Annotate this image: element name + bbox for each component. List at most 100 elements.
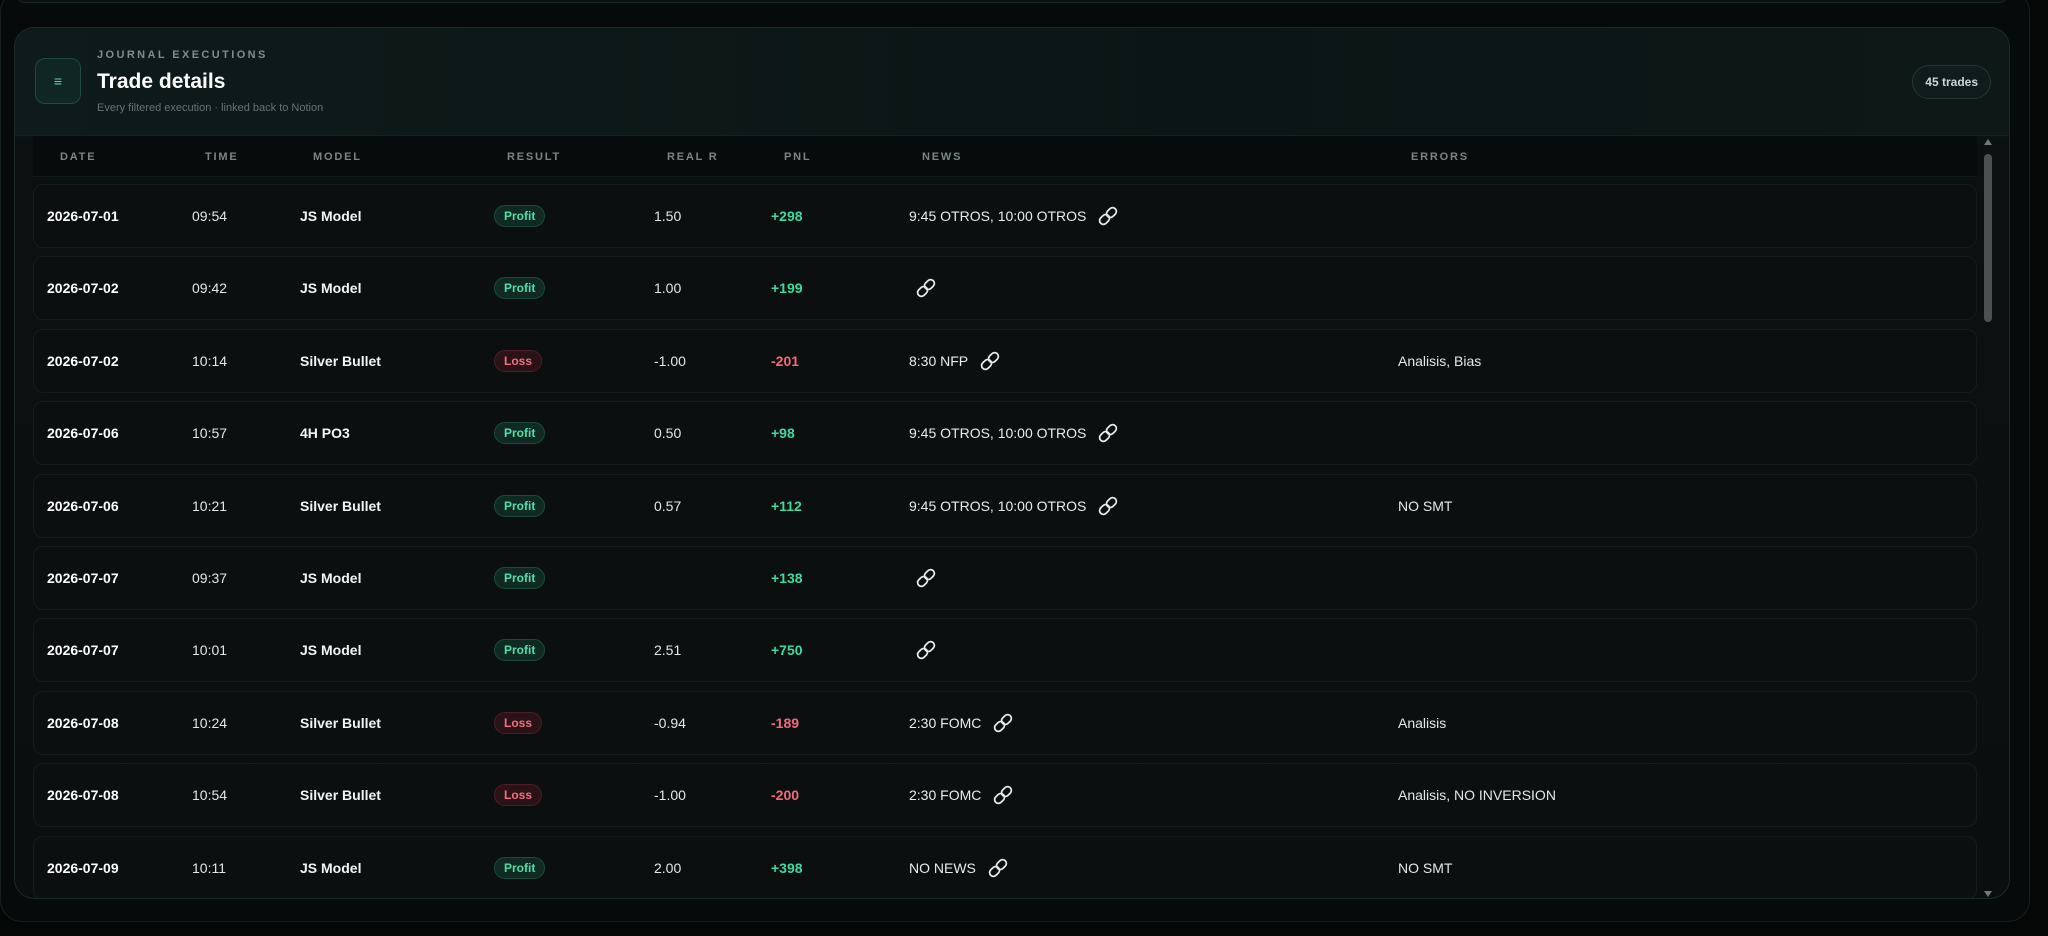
cell-real-r-text: 0.50 <box>654 425 682 442</box>
cell-real-r-text: 0.57 <box>654 497 682 514</box>
cell-errors-text: Analisis, Bias <box>1398 352 1482 369</box>
cell-errors: Analisis <box>1398 692 1446 754</box>
cell-news: 9:45 OTROS, 10:00 OTROS <box>909 402 1121 464</box>
menu-icon[interactable]: ≡ <box>35 58 81 104</box>
cell-real-r: -1.00 <box>654 764 686 826</box>
cell-model-text: Silver Bullet <box>300 497 381 514</box>
notion-link-icon[interactable] <box>1095 420 1121 446</box>
cell-model: 4H PO3 <box>300 402 350 464</box>
cell-pnl: +199 <box>771 257 803 319</box>
cell-pnl: -189 <box>771 692 799 754</box>
cell-result: Profit <box>494 547 546 609</box>
notion-link-icon[interactable] <box>913 275 939 301</box>
column-header-time[interactable]: TIME <box>205 151 238 163</box>
cell-time: 10:21 <box>192 475 227 537</box>
cell-news <box>909 619 939 681</box>
cell-date: 2026-07-02 <box>47 330 119 392</box>
news-text: 8:30 NFP <box>909 352 969 369</box>
table-row[interactable]: 2026-07-02 10:14 Silver Bullet Loss -1.00 -20… <box>33 328 1977 393</box>
cell-time-text: 10:24 <box>192 714 228 731</box>
cell-result: Loss <box>494 764 543 826</box>
cell-time: 10:57 <box>192 402 227 464</box>
cell-model: JS Model <box>300 547 361 609</box>
notion-link-icon[interactable] <box>985 855 1011 881</box>
table-row[interactable]: 2026-07-06 10:57 4H PO3 Profit 0.50 +98 9:45 O… <box>33 401 1977 466</box>
table-row[interactable]: 2026-07-08 10:24 Silver Bullet Loss -0.94 -18… <box>33 690 1977 755</box>
cell-real-r: 0.50 <box>654 402 681 464</box>
cell-model-text: JS Model <box>300 642 362 659</box>
notion-link-icon[interactable] <box>913 637 939 663</box>
cell-date-text: 2026-07-07 <box>47 570 119 586</box>
news-text: 9:45 OTROS, 10:00 OTROS <box>909 208 1087 224</box>
notion-link-icon[interactable] <box>990 782 1016 808</box>
cell-result: Loss <box>494 692 543 754</box>
cell-news: 2:30 FOMC <box>909 692 1016 754</box>
cell-errors-text: Analisis, NO INVERSION <box>1398 787 1556 804</box>
table-header: DATE TIME MODEL RESULT REAL R PNL NEWS E… <box>33 136 1977 177</box>
vertical-scrollbar[interactable] <box>1981 136 1995 898</box>
cell-time: 10:54 <box>192 764 227 826</box>
table-row[interactable]: 2026-07-01 09:54 JS Model Profit 1.50 +298 9:4… <box>33 184 1977 248</box>
cell-errors: Analisis, Bias <box>1398 330 1481 392</box>
column-header-pnl[interactable]: PNL <box>784 151 811 163</box>
column-header-model[interactable]: MODEL <box>313 151 362 163</box>
cell-model: JS Model <box>300 837 361 898</box>
cell-date-text: 2026-07-08 <box>47 714 119 731</box>
cell-news <box>909 547 939 609</box>
table-row[interactable]: 2026-07-06 10:21 Silver Bullet Profit 0.57 +1… <box>33 473 1977 538</box>
cell-model: Silver Bullet <box>300 764 381 826</box>
scrollbar-thumb[interactable] <box>1984 154 1992 322</box>
column-header-news[interactable]: NEWS <box>922 151 962 163</box>
scroll-up-arrow-icon[interactable] <box>1984 139 1992 145</box>
cell-pnl: +298 <box>771 185 803 247</box>
pnl-value: +398 <box>771 859 803 876</box>
notion-link-icon[interactable] <box>977 348 1003 374</box>
status-badge: Profit <box>494 856 546 879</box>
cell-date-text: 2026-07-02 <box>47 280 119 297</box>
status-badge: Profit <box>494 494 546 517</box>
table-row[interactable]: 2026-07-02 09:42 JS Model Profit 1.00 +199 <box>33 256 1977 321</box>
cell-time: 10:14 <box>192 330 227 392</box>
panel-subtitle: Every filtered execution · linked back t… <box>97 102 324 114</box>
cell-model-text: Silver Bullet <box>300 352 381 369</box>
notion-link-icon[interactable] <box>990 710 1016 736</box>
cell-news: NO NEWS <box>909 837 1011 898</box>
cell-result: Profit <box>494 619 546 681</box>
notion-link-icon[interactable] <box>1095 203 1121 229</box>
trades-table[interactable]: DATE TIME MODEL RESULT REAL R PNL NEWS E… <box>33 136 1995 898</box>
cell-model: JS Model <box>300 257 361 319</box>
table-row[interactable]: 2026-07-07 09:37 JS Model Profit +138 <box>33 546 1977 610</box>
news-text: 9:45 OTROS, 10:00 OTROS <box>909 425 1087 442</box>
column-header-date[interactable]: DATE <box>60 151 96 163</box>
cell-real-r: -1.00 <box>654 330 686 392</box>
cell-date: 2026-07-09 <box>47 837 119 898</box>
section-eyebrow: JOURNAL EXECUTIONS <box>97 49 268 61</box>
notion-link-icon[interactable] <box>913 565 939 591</box>
column-header-result[interactable]: RESULT <box>507 151 561 163</box>
column-header-errors[interactable]: ERRORS <box>1411 151 1469 163</box>
status-badge: Profit <box>494 422 546 445</box>
cell-date: 2026-07-08 <box>47 764 119 826</box>
cell-model-text: JS Model <box>300 570 362 586</box>
table-row[interactable]: 2026-07-08 10:54 Silver Bullet Loss -1.00 -20… <box>33 763 1977 828</box>
cell-result: Loss <box>494 330 543 392</box>
cell-news: 9:45 OTROS, 10:00 OTROS <box>909 185 1121 247</box>
cell-date-text: 2026-07-06 <box>47 425 119 442</box>
status-badge: Profit <box>494 205 546 227</box>
news-text: 9:45 OTROS, 10:00 OTROS <box>909 497 1087 514</box>
cell-date-text: 2026-07-09 <box>47 859 119 876</box>
scroll-down-arrow-icon[interactable] <box>1984 891 1992 897</box>
cell-pnl: +98 <box>771 402 795 464</box>
cell-model-text: JS Model <box>300 208 362 224</box>
cell-model: Silver Bullet <box>300 330 381 392</box>
news-text: 2:30 FOMC <box>909 714 982 731</box>
cell-result: Profit <box>494 257 546 319</box>
column-header-real-r[interactable]: REAL R <box>667 151 719 163</box>
cell-real-r: -0.94 <box>654 692 686 754</box>
cell-pnl: +112 <box>771 475 802 537</box>
cell-model-text: JS Model <box>300 280 362 297</box>
notion-link-icon[interactable] <box>1095 493 1121 519</box>
table-row[interactable]: 2026-07-09 10:11 JS Model Profit 2.00 +398 NO … <box>33 835 1977 898</box>
cell-time: 10:01 <box>192 619 227 681</box>
table-row[interactable]: 2026-07-07 10:01 JS Model Profit 2.51 +750 <box>33 618 1977 683</box>
